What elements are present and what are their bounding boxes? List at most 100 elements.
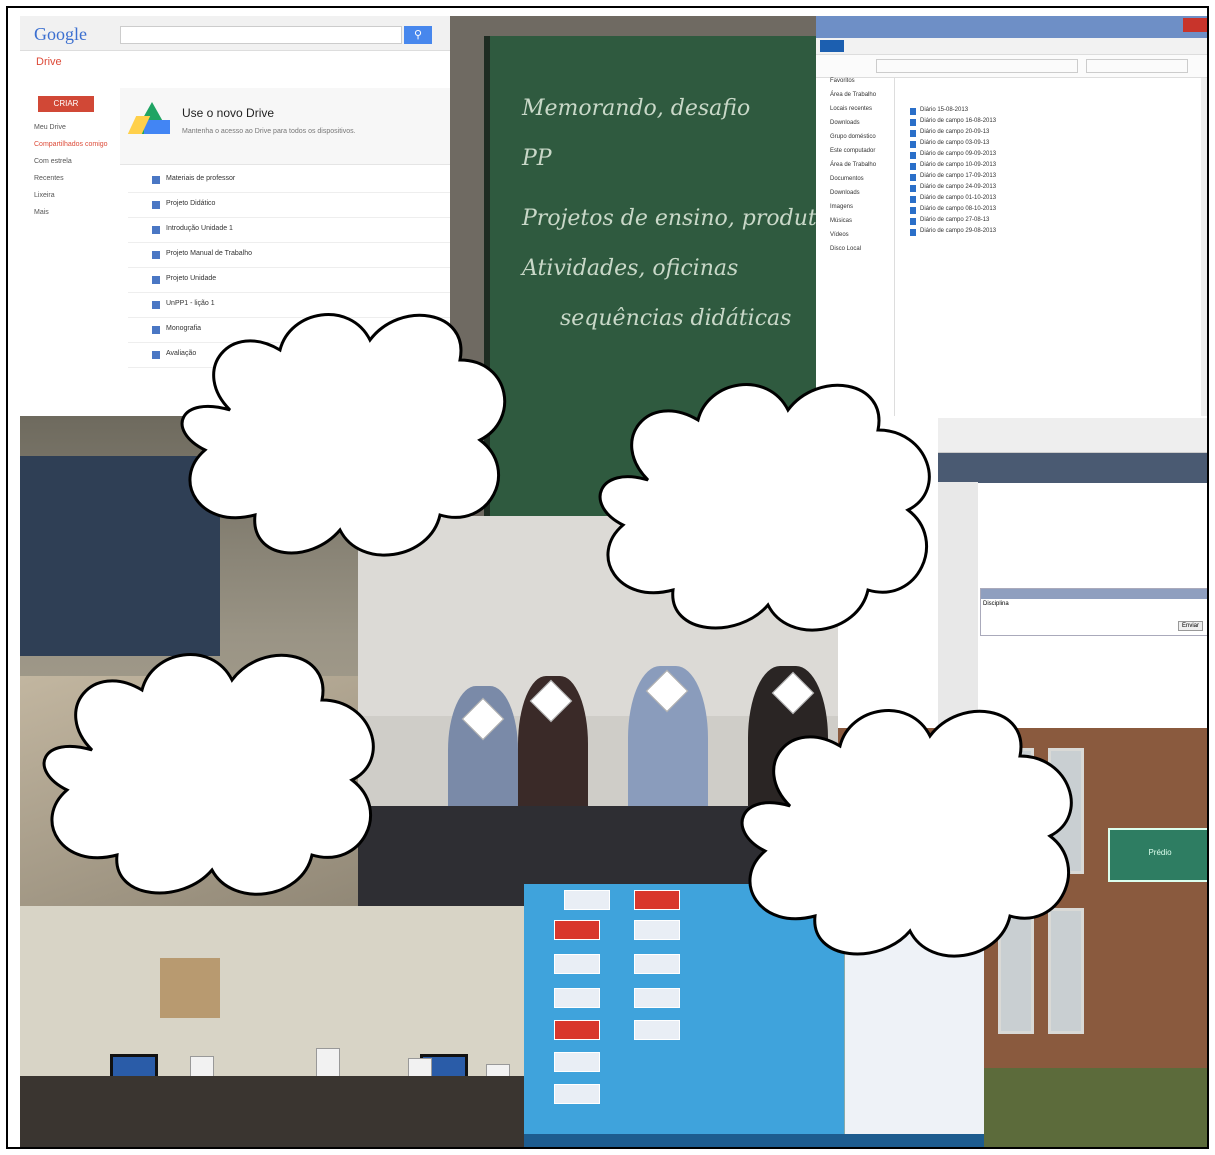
file-row[interactable]: Diário de campo 16-08-2013 [910,117,1200,128]
drive-search-input[interactable] [120,26,402,44]
drive-promo: Use o novo Drive Mantenha o acesso ao Dr… [120,88,450,165]
sidebar-item[interactable]: Compartilhados comigo [34,141,114,158]
collage-frame: Google ⚲ Drive CRIAR Meu Drive Compartil… [6,6,1209,1149]
desktop-icon[interactable] [554,988,600,1008]
doc-icon [152,351,160,359]
nav-item[interactable]: Documentos [816,176,894,190]
word-doc-icon [910,174,916,181]
doc-icon [152,201,160,209]
word-doc-icon [910,119,916,126]
navigation-pane: Favoritos Área de Trabalho Locais recent… [816,78,895,416]
file-row[interactable]: Diário de campo 03-09-13 [910,139,1200,150]
desktop-icon[interactable] [554,920,600,940]
list-item[interactable]: Materiais de professor [128,168,450,193]
cloud-bubble [598,383,931,632]
file-row[interactable]: Diário de campo 24-09-2013 [910,183,1200,194]
submit-button[interactable]: Enviar [1177,621,1203,631]
create-button[interactable]: CRIAR [38,96,94,112]
table-cell: Disciplina [983,601,1009,607]
word-doc-icon [910,130,916,137]
cork-board [160,958,220,1018]
file-row[interactable]: Diário de campo 10-09-2013 [910,161,1200,172]
desktop-icon[interactable] [634,988,680,1008]
list-item[interactable]: Projeto Manual de Trabalho [128,243,450,268]
search-input[interactable] [1086,59,1188,73]
desktop-icon[interactable] [634,1020,680,1040]
desktop-icon[interactable] [634,954,680,974]
list-item[interactable]: Projeto Unidade [128,268,450,293]
path-input[interactable] [876,59,1078,73]
file-row[interactable]: Diário de campo 20-09-13 [910,128,1200,139]
close-icon[interactable] [1183,18,1207,32]
chalk-line: PP [522,146,552,171]
word-doc-icon [910,185,916,192]
desktop-icon[interactable] [554,1052,600,1072]
file-row[interactable]: Diário de campo 08-10-2013 [910,205,1200,216]
list-item[interactable]: Introdução Unidade 1 [128,218,450,243]
ribbon [816,38,1207,55]
list-item[interactable]: Projeto Didático [128,193,450,218]
nav-item[interactable]: Downloads [816,190,894,204]
desktop-icon[interactable] [554,1020,600,1040]
building-sign: Prédio [1108,828,1207,882]
file-row[interactable]: Diário de campo 01-10-2013 [910,194,1200,205]
nav-item[interactable]: Disco Local [816,246,894,260]
doc-icon [152,176,160,184]
file-explorer-window: Favoritos Área de Trabalho Locais recent… [816,16,1207,416]
doc-icon [152,226,160,234]
word-doc-icon [910,196,916,203]
window-titlebar [816,16,1207,38]
sidebar-item[interactable]: Recentes [34,175,114,192]
desktop-icon[interactable] [554,954,600,974]
nav-item[interactable]: Área de Trabalho [816,92,894,106]
word-doc-icon [910,141,916,148]
sidebar-item[interactable]: Lixeira [34,192,114,209]
site-banner [938,453,1207,483]
sidebar-item[interactable]: Mais [34,209,114,226]
nav-item[interactable]: Área de Trabalho [816,162,894,176]
nav-item[interactable]: Vídeos [816,232,894,246]
drive-sidebar: Meu Drive Compartilhados comigo Com estr… [34,124,114,226]
scrollbar[interactable] [1201,78,1207,416]
file-row[interactable]: Diário de campo 27-08-13 [910,216,1200,227]
doc-icon [152,301,160,309]
desks [20,1076,530,1147]
file-row[interactable]: Diário de campo 09-09-2013 [910,150,1200,161]
taskbar [524,1134,984,1147]
file-row[interactable]: Diário de campo 17-09-2013 [910,172,1200,183]
sign-text: Prédio [1148,848,1172,857]
nav-item[interactable]: Este computador [816,148,894,162]
word-doc-icon [910,218,916,225]
promo-text: Mantenha o acesso ao Drive para todos os… [182,128,356,135]
nav-item[interactable]: Músicas [816,218,894,232]
chalk-line: sequências didáticas [560,306,792,331]
nav-item[interactable]: Locais recentes [816,106,894,120]
cloud-bubble [180,313,507,557]
word-doc-icon [910,207,916,214]
nav-item[interactable]: Grupo doméstico [816,134,894,148]
file-row[interactable]: Diário 15-08-2013 [910,106,1200,117]
desktop-icon[interactable] [564,890,610,910]
cloud-bubble [740,709,1073,958]
file-tab[interactable] [820,40,844,52]
desktop-icon[interactable] [634,920,680,940]
sidebar-item[interactable]: Meu Drive [34,124,114,141]
computer-lab-photo [20,906,530,1147]
nav-item[interactable]: Downloads [816,120,894,134]
file-row[interactable]: Diário de campo 29-08-2013 [910,227,1200,238]
word-doc-icon [910,163,916,170]
nav-item[interactable]: Imagens [816,204,894,218]
chalk-line: Projetos de ensino, produto [522,206,830,231]
table-header [981,589,1207,599]
cloud-bubble [42,653,375,896]
doc-icon [152,251,160,259]
browser-page: Disciplina Enviar [938,418,1207,728]
desktop-icon[interactable] [634,890,680,910]
sidebar-item[interactable]: Com estrela [34,158,114,175]
nav-item[interactable]: Favoritos [816,78,894,92]
chalk-line: Atividades, oficinas [522,256,739,281]
course-table: Disciplina Enviar [980,588,1207,636]
doc-icon [152,276,160,284]
search-icon[interactable]: ⚲ [404,26,432,44]
desktop-icon[interactable] [554,1084,600,1104]
